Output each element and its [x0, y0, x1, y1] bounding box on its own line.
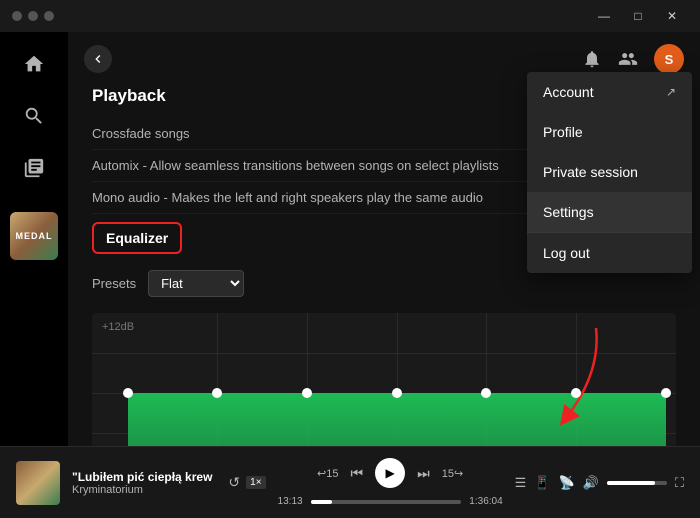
- progress-bar-fill: [311, 500, 332, 504]
- player-title: "Lubiłem pić ciepłą krew: [72, 470, 212, 484]
- player-progress: 13:13 1:36:04: [278, 496, 503, 507]
- maximize-button[interactable]: □: [622, 5, 654, 27]
- eq-dot-0[interactable]: [123, 388, 133, 398]
- eq-dot-2[interactable]: [302, 388, 312, 398]
- eq-dot-4[interactable]: [481, 388, 491, 398]
- time-elapsed: 13:13: [278, 496, 303, 507]
- main-content: S Playback Crossfade songs Automix - All…: [68, 32, 700, 446]
- album-label: MEDAL: [16, 231, 53, 241]
- eq-chart: +12dB -12dB: [92, 313, 676, 446]
- sidebar-item-home[interactable]: [18, 48, 50, 80]
- player-controls: ↩15 ⏮ ▶ ⏭ 15↪ 13:13 1:36:04: [278, 458, 503, 507]
- dropdown-item-profile[interactable]: Profile: [527, 112, 692, 152]
- dropdown-menu: Account ↗ Profile Private session Settin…: [527, 72, 692, 273]
- dropdown-item-account[interactable]: Account ↗: [527, 72, 692, 112]
- next-button[interactable]: ⏭: [417, 465, 430, 482]
- presets-row: Presets Flat Classical Deep Electronic H…: [92, 270, 676, 297]
- external-link-icon: ↗: [666, 85, 676, 99]
- title-bar-controls: — □ ✕: [588, 5, 688, 27]
- sidebar-item-search[interactable]: [18, 100, 50, 132]
- title-bar: — □ ✕: [0, 0, 700, 32]
- eq-dot-1[interactable]: [212, 388, 222, 398]
- sidebar-album[interactable]: MEDAL: [10, 212, 58, 260]
- player-info: "Lubiłem pić ciepłą krew Kryminatorium: [72, 470, 212, 496]
- player-bar: "Lubiłem pić ciepłą krew Kryminatorium ↺…: [0, 446, 700, 518]
- equalizer-button[interactable]: Equalizer: [92, 222, 182, 254]
- friends-button[interactable]: [618, 49, 638, 69]
- loop-button[interactable]: ↺: [228, 474, 240, 491]
- time-total: 1:36:04: [469, 496, 502, 507]
- minimize-button[interactable]: —: [588, 5, 620, 27]
- user-avatar[interactable]: S: [654, 44, 684, 74]
- dot-3: [44, 11, 54, 21]
- dropdown-item-settings[interactable]: Settings: [527, 192, 692, 232]
- sidebar: MEDAL: [0, 32, 68, 446]
- fullscreen-button[interactable]: ⛶: [675, 475, 684, 491]
- presets-select[interactable]: Flat Classical Deep Electronic Hip-Hop J…: [148, 270, 244, 297]
- dropdown-item-private-session[interactable]: Private session: [527, 152, 692, 192]
- dropdown-settings-label: Settings: [543, 204, 594, 220]
- sidebar-item-library[interactable]: [18, 152, 50, 184]
- player-right: ☰ 📱 📡 🔊 ⛶: [515, 475, 684, 491]
- speed-badge: 1×: [246, 476, 265, 489]
- eq-dot-3[interactable]: [392, 388, 402, 398]
- dot-2: [28, 11, 38, 21]
- player-buttons: ↩15 ⏮ ▶ ⏭ 15↪: [317, 458, 463, 488]
- app-layout: MEDAL S Playback Crossfade songs Auto: [0, 32, 700, 446]
- player-artist: Kryminatorium: [72, 484, 212, 496]
- top-bar-right: S: [582, 44, 684, 74]
- dropdown-item-logout[interactable]: Log out: [527, 233, 692, 273]
- close-button[interactable]: ✕: [656, 5, 688, 27]
- dot-1: [12, 11, 22, 21]
- eq-dot-6[interactable]: [661, 388, 671, 398]
- replay15-button[interactable]: ↩15: [317, 467, 338, 480]
- device-button[interactable]: 📱: [534, 475, 550, 491]
- volume-bar-fill: [607, 481, 655, 485]
- progress-bar[interactable]: [311, 500, 462, 504]
- presets-label: Presets: [92, 276, 136, 291]
- dropdown-logout-label: Log out: [543, 245, 590, 261]
- prev-button[interactable]: ⏮: [351, 465, 364, 482]
- eq-fill: [128, 395, 666, 446]
- volume-bar[interactable]: [607, 481, 667, 485]
- volume-button[interactable]: 🔊: [583, 475, 599, 491]
- title-bar-dots: [12, 11, 54, 21]
- back-button[interactable]: [84, 45, 112, 73]
- eq-dot-5[interactable]: [571, 388, 581, 398]
- player-thumbnail: [16, 461, 60, 505]
- queue-button[interactable]: ☰: [515, 475, 527, 491]
- dropdown-account-label: Account: [543, 84, 594, 100]
- grid-line-1: [92, 353, 676, 354]
- player-extra-controls: ↺ 1×: [228, 474, 265, 491]
- bell-button[interactable]: [582, 49, 602, 69]
- eq-label-top: +12dB: [102, 321, 134, 333]
- airplay-button[interactable]: 📡: [559, 475, 575, 491]
- play-pause-button[interactable]: ▶: [375, 458, 405, 488]
- dropdown-private-label: Private session: [543, 164, 638, 180]
- forward15-button[interactable]: 15↪: [442, 467, 463, 480]
- dropdown-profile-label: Profile: [543, 124, 583, 140]
